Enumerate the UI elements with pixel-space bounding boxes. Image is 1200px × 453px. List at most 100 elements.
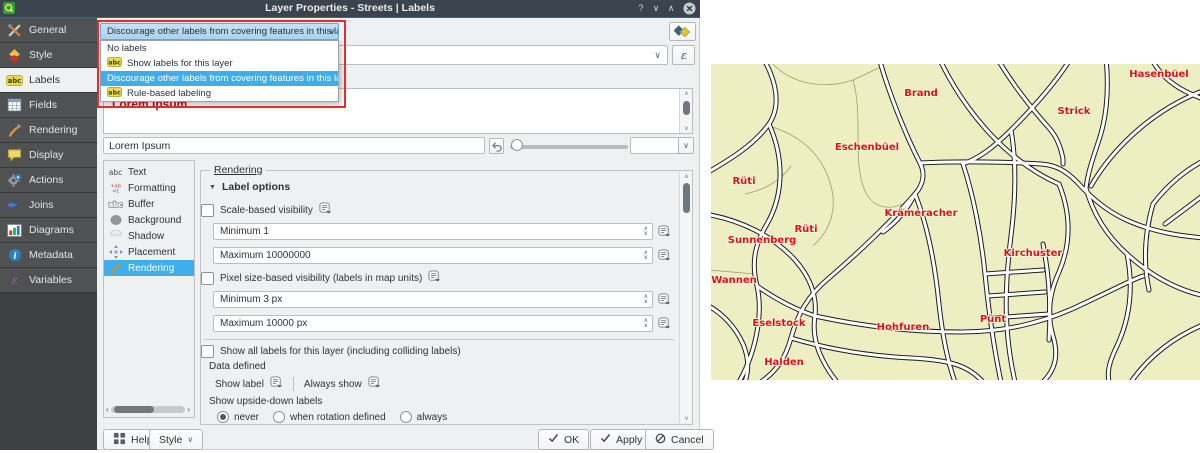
cancel-button[interactable]: Cancel — [645, 429, 714, 450]
data-defined-override-icon[interactable] — [319, 202, 332, 218]
sidebar-item-style[interactable]: Style — [0, 43, 97, 68]
label-options-group[interactable]: ▼ Label options — [209, 181, 290, 193]
panel-scrollbar[interactable]: ∧ ∨ — [679, 172, 692, 423]
screen: Layer Properties - Streets | Labels ? ∨ … — [0, 0, 1200, 453]
data-defined-override-icon[interactable] — [428, 270, 441, 286]
close-icon[interactable] — [682, 1, 696, 15]
scroll-down-icon[interactable]: ∨ — [680, 415, 693, 422]
scroll-left-icon[interactable]: ‹ — [106, 405, 109, 414]
labeling-mode-dropdown: No labelsabcShow labels for this layer Di… — [100, 40, 339, 102]
sidebar-item-diagrams[interactable]: Diagrams — [0, 218, 97, 243]
sidebar-item-variables[interactable]: εVariables — [0, 268, 97, 293]
map-canvas[interactable]: HasenbüelBrandStrickEschenbüelRütiKrämer… — [711, 64, 1200, 380]
sidebar-item-display[interactable]: Display — [0, 143, 97, 168]
radio-always[interactable]: always — [400, 411, 448, 423]
tab-placement[interactable]: Placement — [104, 244, 194, 260]
size-combo-chevron[interactable]: ∨ — [678, 137, 694, 154]
spinner-arrows-icon[interactable]: ∧∨ — [644, 292, 648, 307]
scroll-down-icon[interactable]: ∨ — [680, 125, 693, 132]
show-all-labels-checkbox[interactable] — [201, 345, 214, 358]
dropdown-option[interactable]: abcShow labels for this layer — [101, 56, 338, 71]
preview-scrollbar[interactable]: ∧ ∨ — [679, 89, 692, 133]
spinner-arrows-icon[interactable]: ∧∨ — [644, 316, 648, 331]
radio-icon[interactable] — [400, 411, 412, 423]
slider-handle[interactable] — [511, 139, 523, 151]
labeling-icon: abc — [107, 87, 122, 100]
scale-max-spinbox[interactable]: Maximum 10000000 ∧∨ — [213, 247, 653, 264]
scroll-up-icon[interactable]: ∧ — [680, 90, 693, 97]
scale-visibility-checkbox[interactable] — [201, 204, 214, 217]
scroll-handle[interactable] — [683, 101, 690, 115]
radio-icon[interactable] — [217, 411, 229, 423]
tab-label: Shadow — [128, 231, 164, 242]
tab-rendering[interactable]: Rendering — [104, 260, 194, 276]
tablist-hscrollbar[interactable]: ‹ › — [106, 405, 190, 414]
sidebar-item-actions[interactable]: Actions — [0, 168, 97, 193]
help-window-button[interactable]: ? — [634, 1, 648, 15]
labeling-mode-combo[interactable]: Discourage other labels from covering fe… — [100, 23, 339, 40]
data-defined-override-icon[interactable] — [658, 225, 671, 243]
data-defined-override-icon[interactable] — [658, 317, 671, 335]
panel-title: Rendering — [210, 164, 266, 176]
divider — [293, 377, 294, 391]
labels-icon: abc — [6, 75, 23, 86]
dropdown-option[interactable]: abcRule-based labeling — [101, 86, 338, 101]
pixel-max-spinbox[interactable]: Maximum 10000 px ∧∨ — [213, 315, 653, 332]
titlebar[interactable]: Layer Properties - Streets | Labels ? ∨ … — [0, 0, 700, 18]
sidebar-item-label: Actions — [29, 174, 63, 186]
maximize-icon[interactable]: ∧ — [664, 1, 678, 15]
hscroll-handle[interactable] — [114, 406, 154, 413]
spinner-arrows-icon[interactable]: ∧∨ — [644, 248, 648, 263]
sidebar-item-general[interactable]: General — [0, 18, 97, 43]
tab-shadow[interactable]: Shadow — [104, 228, 194, 244]
sidebar-item-joins[interactable]: Joins — [0, 193, 97, 218]
expression-builder-button[interactable]: ε — [672, 45, 695, 65]
radio-icon[interactable] — [273, 411, 285, 423]
pixel-visibility-checkbox[interactable] — [201, 272, 214, 285]
scroll-handle[interactable] — [683, 183, 690, 213]
radio-when-rotation-defined[interactable]: when rotation defined — [273, 411, 386, 423]
sidebar-item-metadata[interactable]: iMetadata — [0, 243, 97, 268]
spinner-arrows-icon[interactable]: ∧∨ — [644, 224, 648, 239]
option-label: Discourage other labels from covering fe… — [107, 73, 338, 84]
radio-never[interactable]: never — [217, 411, 259, 423]
tab-formatting[interactable]: +ab<εFormatting — [104, 180, 194, 196]
svg-text:i: i — [13, 252, 16, 262]
sidebar-item-labels[interactable]: abcLabels — [0, 68, 97, 93]
svg-text:abc: abc — [108, 90, 121, 97]
ok-button[interactable]: OK — [538, 429, 589, 450]
data-defined-override-icon[interactable] — [658, 293, 671, 311]
data-defined-override-icon[interactable] — [270, 376, 283, 392]
apply-button[interactable]: Apply — [590, 429, 652, 450]
data-defined-override-icon[interactable] — [658, 249, 671, 267]
chevron-down-icon: ∨ — [654, 50, 661, 61]
dropdown-option[interactable]: Discourage other labels from covering fe… — [101, 71, 338, 86]
sidebar-item-fields[interactable]: Fields — [0, 93, 97, 118]
tab-background[interactable]: Background — [104, 212, 194, 228]
window-title: Layer Properties - Streets | Labels — [0, 2, 700, 14]
layer-properties-dialog: Layer Properties - Streets | Labels ? ∨ … — [0, 0, 700, 450]
sidebar-item-rendering[interactable]: Rendering — [0, 118, 97, 143]
reset-sample-button[interactable] — [489, 138, 504, 154]
chevron-down-icon: ∨ — [329, 27, 335, 36]
pixel-min-spinbox[interactable]: Minimum 3 px ∧∨ — [213, 291, 653, 308]
scroll-up-icon[interactable]: ∧ — [680, 173, 693, 180]
upside-down-label: Show upside-down labels — [209, 396, 322, 407]
preview-size-combo[interactable] — [630, 137, 679, 154]
joins-icon — [6, 198, 23, 212]
style-button[interactable]: Style ∨ — [149, 429, 203, 450]
rendering-panel: Rendering ▼ Label options Scale-based vi… — [200, 170, 693, 425]
auto-placement-button[interactable] — [669, 22, 696, 41]
minimize-icon[interactable]: ∨ — [649, 1, 663, 15]
tab-buffer[interactable]: abcBuffer — [104, 196, 194, 212]
sample-text-input[interactable] — [103, 137, 485, 154]
scale-min-spinbox[interactable]: Minimum 1 ∧∨ — [213, 223, 653, 240]
tab-text[interactable]: abcText — [104, 164, 194, 180]
preview-size-slider[interactable] — [510, 145, 628, 149]
data-defined-override-icon[interactable] — [368, 376, 381, 392]
hscroll-track[interactable] — [111, 406, 186, 413]
sidebar: GeneralStyleabcLabelsFieldsRenderingDisp… — [0, 18, 97, 450]
text-icon: abc — [107, 167, 124, 177]
dropdown-option[interactable]: No labels — [101, 41, 338, 56]
scroll-right-icon[interactable]: › — [187, 405, 190, 414]
